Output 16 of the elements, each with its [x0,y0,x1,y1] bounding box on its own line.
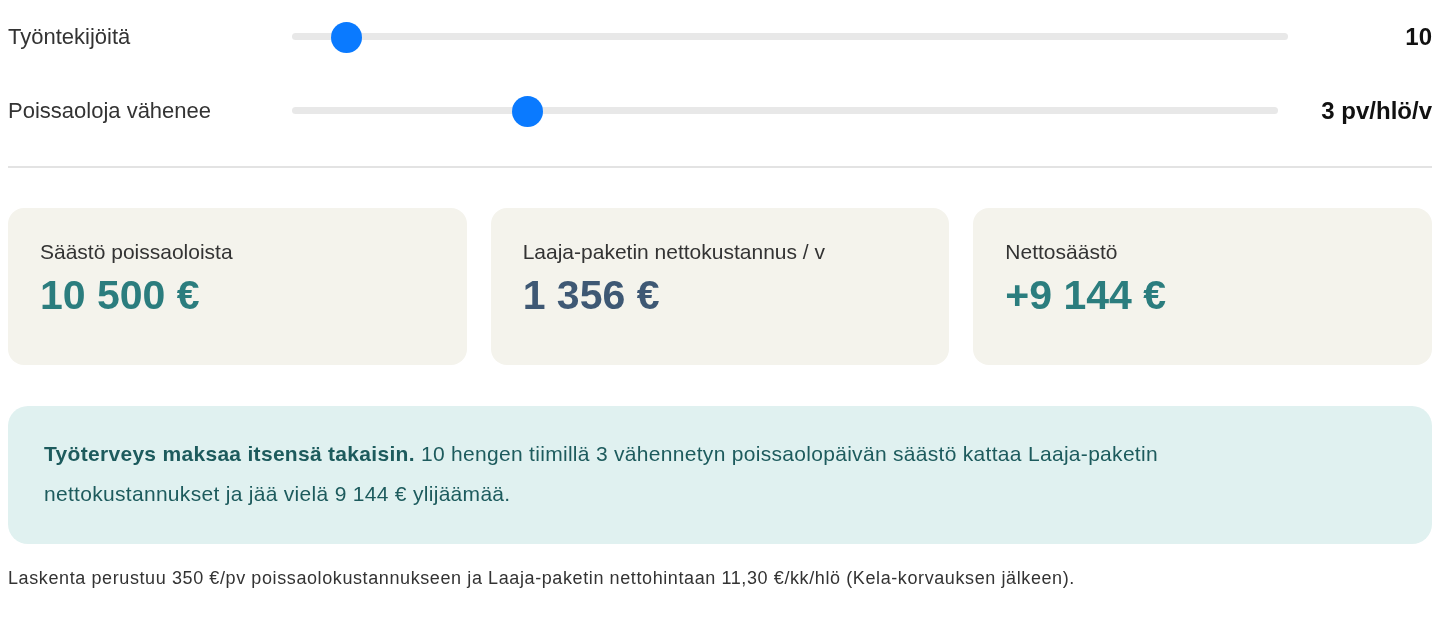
slider-label: Poissaoloja vähenee [8,98,213,124]
slider-track[interactable] [292,21,1288,53]
summary-callout: Työterveys maksaa itsensä takaisin. 10 hengen tiimillä 3 vähennetyn poissaolopäivän säästö kattaa Laaja-paketin nettokustannukset ja jää vielä 9 144 € ylijäämää. [8,406,1432,544]
slider-value: 3 pv/hlö/v [1321,97,1432,125]
slider-thumb[interactable] [331,21,363,53]
slider-label: Työntekijöitä [8,24,132,50]
stat-value: 10 500 € [40,272,201,319]
slider-value: 10 [1405,23,1432,51]
slider-track[interactable] [292,95,1278,127]
stat-value: 1 356 € [522,272,661,319]
stat-label: Nettosäästö [1005,240,1119,264]
stat-label: Säästö poissaoloista [40,240,234,264]
stat-label: Laaja-paketin nettokustannus / v [522,240,827,264]
footnote: Laskenta perustuu 350 €/pv poissaolokustannukseen ja Laaja-paketin nettohintaan 11,30 €/kk/hlö (Kela-korvauksen jälkeen). [8,568,1076,589]
slider-thumb[interactable] [511,95,543,127]
stat-value: +9 144 € [1005,272,1168,319]
